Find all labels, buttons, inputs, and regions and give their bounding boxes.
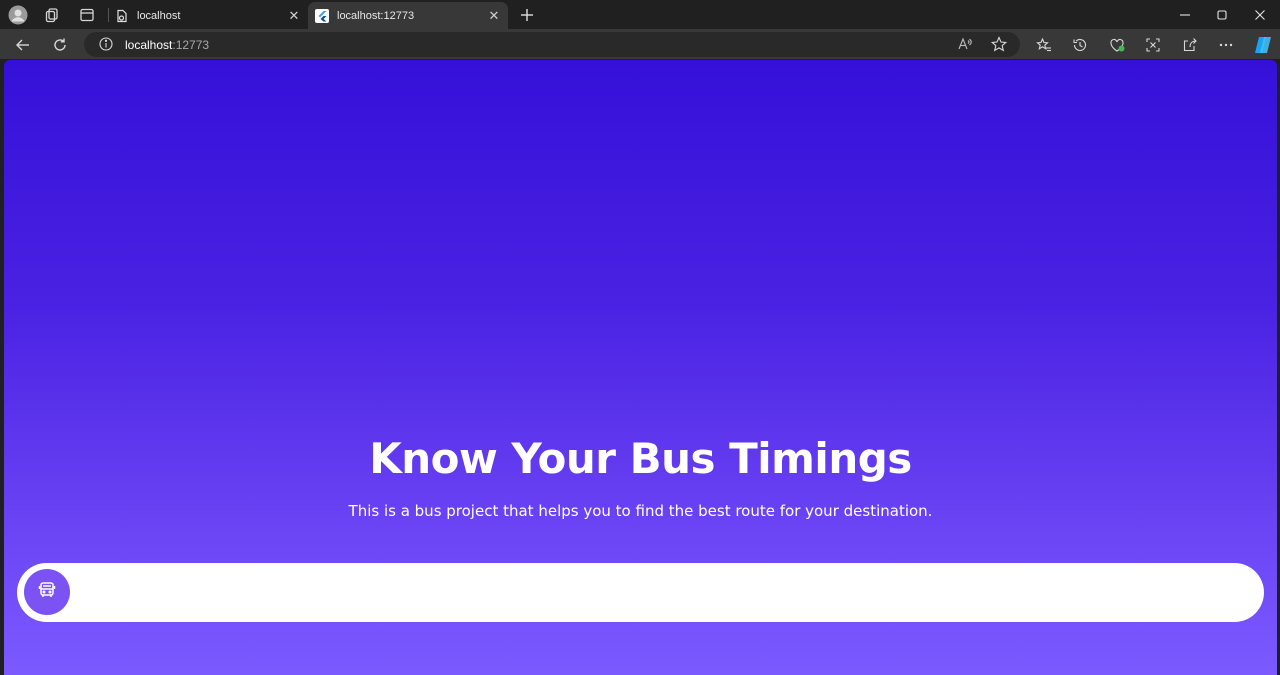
history-icon[interactable] (1069, 34, 1091, 56)
tab-title: localhost (137, 9, 181, 22)
browser-essentials-icon[interactable] (1106, 34, 1128, 56)
search-bar[interactable] (17, 563, 1264, 622)
page-subtitle: This is a bus project that helps you to … (348, 502, 933, 520)
back-icon[interactable] (12, 34, 34, 56)
close-tab-icon[interactable]: ✕ (284, 6, 304, 26)
page-viewport: Know Your Bus Timings This is a bus proj… (4, 60, 1277, 675)
read-aloud-icon[interactable] (954, 33, 976, 55)
bus-icon (37, 580, 57, 605)
tab-title: localhost:12773 (337, 9, 415, 22)
page-favicon-icon (115, 9, 129, 23)
close-window-button[interactable] (1249, 4, 1271, 26)
favorite-star-icon[interactable] (988, 33, 1010, 55)
minimize-button[interactable] (1174, 4, 1196, 26)
search-input[interactable] (81, 573, 1241, 611)
tab-localhost-12773[interactable]: localhost:12773 ✕ (308, 2, 508, 29)
site-info-icon[interactable] (98, 36, 114, 52)
address-bar[interactable]: localhost:12773 (84, 32, 1020, 57)
flutter-favicon-icon (315, 8, 329, 23)
url-text: localhost:12773 (125, 38, 210, 52)
tab-localhost[interactable]: localhost ✕ (108, 2, 308, 29)
page-title: Know Your Bus Timings (369, 434, 912, 483)
close-tab-icon[interactable]: ✕ (484, 6, 504, 26)
tab-actions-icon[interactable] (77, 5, 97, 25)
browser-toolbar: localhost:12773 (0, 29, 1280, 59)
screenshot-icon[interactable] (1142, 34, 1164, 56)
copilot-icon[interactable] (1251, 34, 1275, 56)
profile-avatar-icon[interactable] (8, 5, 28, 25)
more-icon[interactable] (1215, 34, 1237, 56)
favorites-icon[interactable] (1033, 34, 1055, 56)
restore-button[interactable] (1211, 4, 1233, 26)
bus-search-button[interactable] (24, 569, 70, 615)
share-icon[interactable] (1179, 34, 1201, 56)
refresh-icon[interactable] (49, 34, 71, 56)
title-bar: localhost ✕ localhost:12773 ✕ (0, 0, 1280, 29)
workspaces-icon[interactable] (42, 5, 62, 25)
new-tab-button[interactable] (516, 4, 538, 26)
